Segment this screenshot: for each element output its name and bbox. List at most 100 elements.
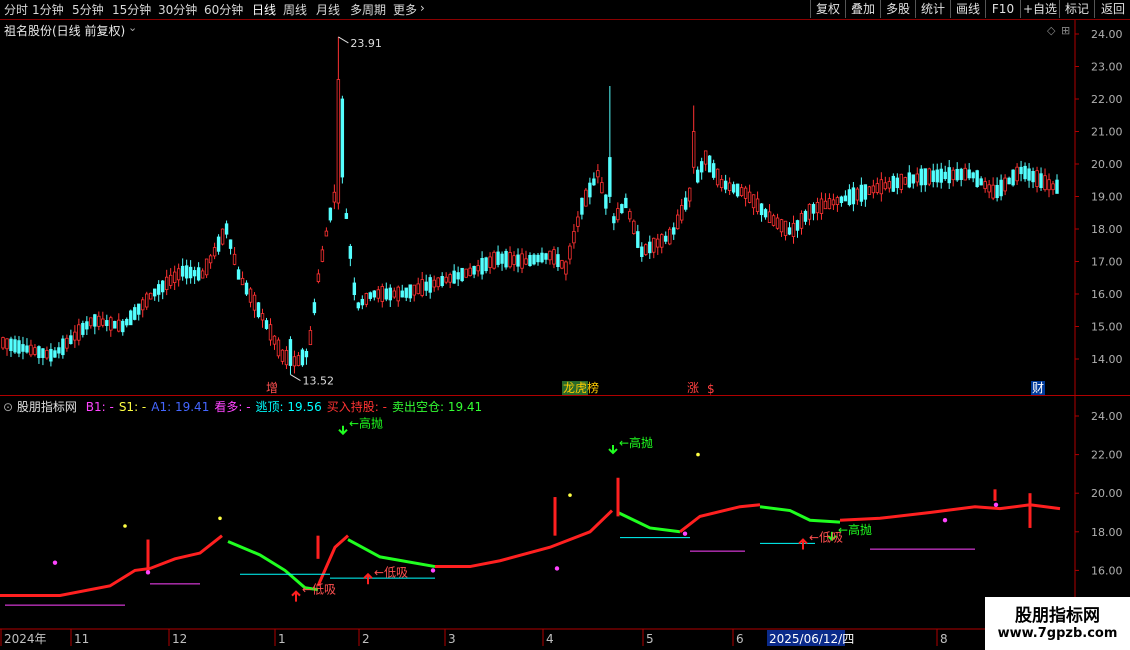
candle-body	[879, 179, 884, 195]
candle-body	[755, 198, 760, 212]
candle-body	[903, 177, 907, 185]
candle-body	[795, 220, 800, 231]
candle-body	[73, 331, 77, 341]
candlestick-chart[interactable]: ◇ ⊞ 24.00 23.00 22.00 21.00 20.00 19.00 18.00 17.…	[0, 20, 1130, 396]
candle-body	[544, 253, 548, 260]
statistics-button[interactable]: 统计	[915, 0, 950, 18]
signal-dot	[993, 502, 999, 507]
candle-body	[648, 241, 652, 254]
candle-body	[37, 346, 41, 359]
candle-body	[811, 204, 816, 214]
candle-body	[751, 194, 756, 209]
candle-body	[899, 173, 904, 190]
candle-body	[248, 288, 253, 303]
period-tab-1min[interactable]: 1分钟	[32, 1, 64, 18]
candle-body	[188, 266, 193, 279]
candle-body	[911, 174, 915, 184]
candle-body	[101, 318, 105, 326]
indicator-collapse-icon[interactable]: ⊙	[3, 400, 13, 414]
period-tab-15min[interactable]: 15分钟	[112, 1, 151, 18]
candle-body	[676, 214, 680, 230]
candle-body	[348, 245, 353, 259]
candle-body	[636, 231, 640, 248]
price-tick-label: 16.00	[1091, 288, 1123, 301]
candle-body	[312, 302, 317, 314]
candle-body	[1, 337, 5, 349]
candle-body	[971, 172, 975, 179]
candle-body	[256, 302, 261, 318]
chevron-right-icon[interactable]: ›	[420, 1, 425, 15]
candle-body	[596, 170, 600, 178]
candle-body	[9, 338, 13, 352]
legend-value: -	[242, 400, 251, 414]
candle-body	[867, 186, 872, 195]
sub-bg	[0, 396, 1130, 628]
candle-body	[883, 182, 888, 190]
candle-body	[13, 339, 17, 353]
draw-line-button[interactable]: 画线	[950, 0, 985, 18]
signal-bar	[993, 489, 997, 501]
candle-body	[863, 184, 868, 200]
back-button[interactable]: 返回	[1094, 0, 1130, 18]
candle-body	[105, 320, 109, 327]
signal-dot	[682, 531, 688, 536]
candle-body	[280, 349, 285, 362]
candle-body	[723, 180, 728, 190]
legend-item: 看多: -	[214, 400, 251, 414]
candle-body	[887, 181, 892, 189]
candle-body	[308, 330, 313, 346]
date-label: 2024年	[4, 632, 47, 646]
candle-body	[468, 267, 472, 277]
mark-button[interactable]: 标记	[1059, 0, 1094, 18]
candle-body	[304, 350, 309, 358]
candle-body	[568, 245, 572, 260]
candle-body	[987, 184, 991, 193]
chevron-down-icon[interactable]: ⌄	[128, 21, 137, 34]
f10-button[interactable]: F10	[985, 0, 1020, 18]
event-marker: 龙虎榜	[563, 380, 599, 395]
candle-body	[428, 277, 432, 293]
candle-body	[1027, 168, 1031, 181]
candle-body	[580, 197, 584, 215]
candle-body	[699, 161, 704, 173]
period-tab-multi[interactable]: 多周期	[350, 1, 386, 18]
candle-body	[448, 274, 452, 283]
candle-body	[668, 228, 672, 245]
price-tick-label: 14.00	[1091, 353, 1123, 366]
candle-body	[220, 228, 225, 245]
adjust-button[interactable]: 复权	[810, 0, 845, 18]
candle-body	[731, 184, 736, 193]
sell-annotation: ←高抛	[349, 416, 383, 431]
period-tab-daily[interactable]: 日线	[252, 1, 276, 18]
period-tab-monthly[interactable]: 月线	[316, 1, 340, 18]
indicator-name[interactable]: 股朋指标网	[17, 400, 77, 414]
price-tick-label: 20.00	[1091, 158, 1123, 171]
period-tab-30min[interactable]: 30分钟	[158, 1, 197, 18]
candle-body	[592, 178, 596, 186]
period-tab-timeshare[interactable]: 分时	[4, 1, 28, 18]
date-label: 4	[546, 632, 554, 646]
candle-body	[823, 200, 828, 210]
candle-body	[855, 188, 860, 201]
candle-body	[907, 172, 911, 188]
candle-body	[420, 279, 424, 296]
candle-body	[508, 252, 512, 268]
signal-bar	[1028, 493, 1032, 528]
signal-bar	[553, 497, 557, 536]
candle-body	[1011, 169, 1015, 186]
indicator-chart[interactable]: 24.0022.0020.0018.0016.00←高抛←高抛←高抛←低吸←低吸…	[0, 396, 1130, 628]
date-label: 6	[736, 632, 744, 646]
add-watchlist-button[interactable]: +自选	[1020, 0, 1059, 18]
candle-body	[656, 238, 660, 248]
period-tab-5min[interactable]: 5分钟	[72, 1, 104, 18]
candle-body	[184, 265, 189, 279]
candle-body	[444, 276, 448, 283]
multi-stock-button[interactable]: 多股	[880, 0, 915, 18]
period-tab-60min[interactable]: 60分钟	[204, 1, 243, 18]
candle-body	[576, 216, 580, 227]
period-tab-weekly[interactable]: 周线	[283, 1, 307, 18]
candle-body	[843, 195, 848, 202]
overlay-button[interactable]: 叠加	[845, 0, 880, 18]
candle-body	[440, 276, 444, 286]
period-tab-more[interactable]: 更多	[393, 1, 417, 18]
